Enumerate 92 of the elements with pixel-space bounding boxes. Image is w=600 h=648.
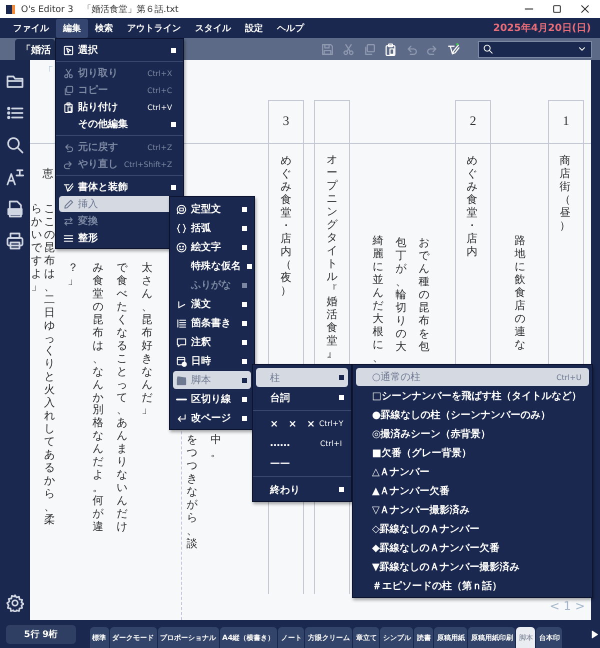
calendar-icon	[176, 356, 187, 366]
right-arrow-icon[interactable]	[590, 630, 599, 639]
text-line: 商店街（昼）	[558, 155, 572, 233]
pencil-icon	[62, 198, 74, 210]
undo-icon	[62, 142, 74, 152]
lines-icon	[62, 232, 74, 244]
menu-item[interactable]: 台詞	[256, 388, 348, 407]
menu-item[interactable]: 漢文	[173, 295, 251, 313]
menu-bar-item[interactable]: 設定	[238, 18, 270, 38]
text-line: 中。	[210, 434, 222, 460]
menu-item[interactable]: 絵文字	[173, 238, 251, 256]
menu-item[interactable]: ▼罫線なしのＡナンバー撮影済み	[356, 558, 590, 576]
menu-item[interactable]: 括弧	[173, 219, 251, 237]
date-label: 2025年4月20日(日)	[493, 22, 591, 35]
smiley-icon	[176, 242, 187, 252]
menu-item[interactable]: ◎撮済みシーン（赤背景）	[356, 425, 590, 443]
page-number: < 1 >	[550, 599, 585, 613]
menu-item[interactable]: 特殊な仮名	[173, 257, 251, 275]
app-logo-icon	[6, 4, 15, 14]
menu-item[interactable]: 終わり	[256, 480, 348, 499]
pdf-icon[interactable]	[6, 200, 24, 218]
redo-icon	[62, 158, 74, 170]
menu-item[interactable]: ——	[256, 454, 348, 473]
search-icon[interactable]	[6, 136, 24, 154]
text-line: 路地に飲食店の連な	[514, 235, 526, 352]
text-line: ここの昆布は、二日ゆっくりと火入れしてあるから、柔	[43, 203, 56, 527]
cursor-position: 5行 9桁	[6, 624, 76, 644]
menu-item[interactable]: ＃エピソードの柱（第ｎ話）	[356, 577, 590, 595]
text-line: 恵	[42, 168, 54, 181]
pen-icon[interactable]	[447, 42, 460, 56]
maximize-icon[interactable]	[552, 4, 562, 14]
copy-icon	[62, 84, 74, 96]
text-line: おでん種の昆布を包	[418, 237, 430, 354]
menu-bar-item[interactable]: ファイル	[6, 18, 56, 38]
menu-bar-item[interactable]: 編集	[56, 18, 88, 38]
text-line: オープニングタイトル『婚活食堂』	[326, 154, 338, 362]
text-line: ？」	[66, 262, 80, 288]
menu-bar-item[interactable]: ヘルプ	[270, 18, 311, 38]
brush-icon	[62, 182, 74, 192]
speech-bubble-icon	[176, 204, 187, 214]
text-line: 包丁が、輪切りの大	[394, 237, 408, 354]
braces-icon	[176, 222, 187, 234]
comment-icon	[176, 336, 187, 348]
menu-bar-item[interactable]: アウトライン	[120, 18, 188, 38]
text-line: み食堂の昆布は、なんか別格なんだよ。何が違	[92, 262, 104, 534]
menu-item[interactable]: 改ページ	[173, 409, 251, 427]
menu-item[interactable]: ◇罫線なしのＡナンバー	[356, 520, 590, 538]
select-icon	[62, 44, 74, 56]
menu-item[interactable]: ■欠番（グレー背景）	[356, 444, 590, 462]
menu-item[interactable]: ◆罫線なしのＡナンバー欠番	[356, 539, 590, 557]
menu-item[interactable]: 注釈	[173, 333, 251, 351]
check-mark-icon	[176, 298, 187, 310]
clipboard-icon[interactable]	[384, 42, 397, 56]
bullet-list-icon	[176, 318, 187, 328]
scissors-icon	[62, 68, 74, 78]
menu-item[interactable]: △Ａナンバー	[356, 463, 590, 481]
scene-number: 1	[562, 113, 570, 129]
menu-bar-item[interactable]: 検索	[88, 18, 120, 38]
swap-arrows-icon	[62, 216, 74, 226]
menu-item[interactable]: ▲Ａナンバー欠番	[356, 482, 590, 500]
menu-item[interactable]: □シーンナンバーを飛ばす柱（タイトルなど）	[356, 387, 590, 405]
text-size-icon[interactable]	[6, 168, 24, 186]
text-line: 太さん、昆布好きなんだ」	[140, 262, 154, 418]
menu-item[interactable]: その他編集	[59, 116, 180, 132]
return-arrow-icon	[176, 412, 187, 424]
text-line: めぐみ食堂・店内	[466, 155, 478, 259]
menu-item[interactable]: 選択	[59, 42, 180, 58]
search-icon	[483, 44, 493, 54]
menu-item[interactable]: 箇条書き	[173, 314, 251, 332]
search-field[interactable]	[478, 40, 592, 58]
text-line: らかいですよ」	[30, 203, 43, 294]
text-line: 綺麗に並んだ大根に、	[372, 235, 384, 365]
text-line: で食べたくなることって、あんまりないんだけ	[116, 262, 128, 534]
settings-icon[interactable]	[6, 594, 24, 612]
printer-icon[interactable]	[6, 232, 24, 250]
menu-item[interactable]: 区切り線	[173, 390, 251, 408]
clipboard-icon	[62, 102, 74, 112]
window-title: O's Editor 3 「婚活食堂」第６話.txt	[21, 4, 180, 16]
clapperboard-icon	[176, 374, 187, 386]
scene-number: 2	[468, 113, 478, 129]
list-icon[interactable]	[6, 104, 24, 122]
document-tab[interactable]: 「婚活	[15, 39, 55, 60]
close-icon[interactable]	[580, 4, 590, 14]
menu-item[interactable]: ●罫線なしの柱（シーンナンバーのみ）	[356, 406, 590, 424]
scene-number: 3	[282, 113, 290, 129]
text-line: めぐみ食堂・店内（夜）	[280, 155, 292, 298]
text-line: をつつきながら、談	[186, 434, 198, 551]
menu-item[interactable]: 書体と装飾	[59, 179, 180, 195]
text-line: 「	[42, 66, 54, 79]
menu-bar-item[interactable]: スタイル	[188, 18, 238, 38]
menu-item[interactable]: ▽Ａナンバー撮影済み	[356, 501, 590, 519]
menu-item[interactable]: 日時	[173, 352, 251, 370]
